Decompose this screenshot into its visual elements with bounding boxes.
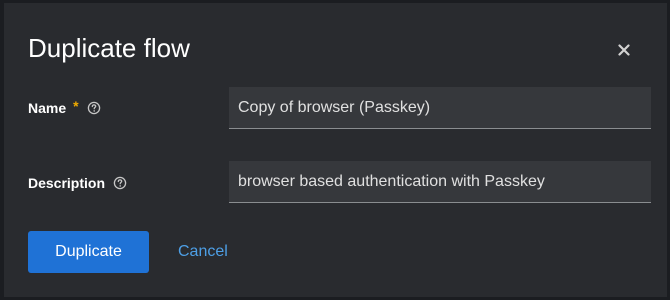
name-label: Name [28, 100, 67, 116]
name-input[interactable] [229, 87, 651, 129]
name-label-row: Name * [28, 98, 101, 116]
dialog-title: Duplicate flow [28, 33, 190, 63]
help-circle-icon[interactable] [113, 176, 127, 190]
help-circle-icon[interactable] [87, 101, 101, 115]
close-button[interactable] [613, 39, 635, 61]
description-input[interactable] [229, 161, 651, 203]
cancel-button[interactable]: Cancel [174, 231, 232, 273]
close-icon[interactable] [618, 44, 630, 56]
duplicate-button[interactable]: Duplicate [28, 231, 149, 273]
duplicate-flow-dialog: Duplicate flow Name * Description Dupli [4, 3, 667, 297]
required-indicator: * [73, 98, 79, 114]
description-label-row: Description [28, 175, 127, 191]
description-label: Description [28, 175, 106, 191]
